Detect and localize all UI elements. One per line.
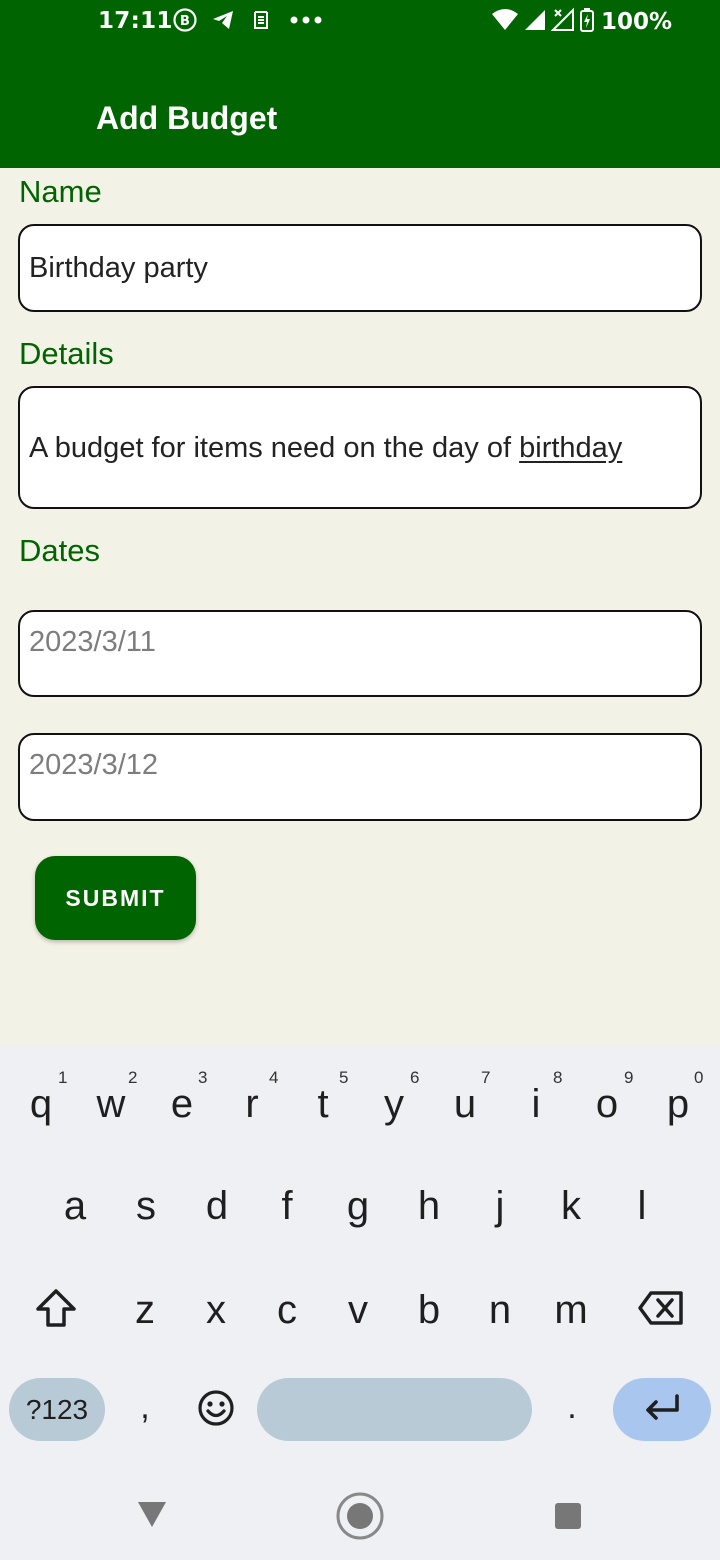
key-i[interactable]: i — [501, 1082, 571, 1127]
key-hint-7: 7 — [481, 1068, 491, 1087]
dates-label: Dates — [19, 533, 100, 568]
page-title: Add Budget — [96, 100, 278, 136]
signal-x-icon — [550, 7, 575, 37]
enter-icon — [642, 1392, 682, 1427]
submit-button[interactable]: SUBMIT — [35, 856, 196, 940]
emoji-key[interactable] — [190, 1384, 242, 1436]
space-key[interactable] — [257, 1378, 532, 1441]
key-k[interactable]: k — [536, 1184, 606, 1229]
key-w[interactable]: w — [76, 1082, 146, 1127]
key-t[interactable]: t — [288, 1082, 358, 1127]
key-a[interactable]: a — [40, 1184, 110, 1229]
key-hint-8: 8 — [553, 1068, 563, 1087]
nav-recents-button[interactable] — [546, 1496, 590, 1540]
key-s[interactable]: s — [111, 1184, 181, 1229]
comma-key[interactable]: , — [110, 1388, 180, 1427]
name-input[interactable]: Birthday party — [18, 224, 702, 312]
key-q[interactable]: q — [6, 1082, 76, 1127]
key-d[interactable]: d — [182, 1184, 252, 1229]
wifi-icon — [491, 7, 519, 37]
key-hint-6: 6 — [410, 1068, 420, 1087]
end-date-input[interactable]: 2023/3/12 — [18, 733, 702, 821]
key-y[interactable]: y — [359, 1082, 429, 1127]
start-date-placeholder: 2023/3/11 — [29, 626, 156, 658]
start-date-input[interactable]: 2023/3/11 — [18, 610, 702, 697]
key-r[interactable]: r — [217, 1082, 287, 1127]
shift-key[interactable] — [26, 1284, 86, 1336]
key-b[interactable]: b — [394, 1288, 464, 1333]
nav-back-button[interactable] — [128, 1494, 176, 1538]
period-key[interactable]: . — [537, 1388, 607, 1427]
key-v[interactable]: v — [323, 1288, 393, 1333]
enter-key[interactable] — [613, 1378, 711, 1441]
home-circle-icon — [335, 1491, 385, 1546]
key-m[interactable]: m — [536, 1288, 606, 1333]
key-hint-9: 9 — [624, 1068, 634, 1087]
name-label: Name — [19, 174, 102, 209]
status-icons-right: 100% — [491, 7, 672, 37]
key-hint-4: 4 — [269, 1068, 279, 1087]
key-g[interactable]: g — [323, 1184, 393, 1229]
key-hint-0: 0 — [694, 1068, 704, 1087]
details-text: A budget for items need on the day of — [29, 432, 520, 464]
back-triangle-icon — [136, 1499, 168, 1534]
key-x[interactable]: x — [181, 1288, 251, 1333]
key-hint-3: 3 — [198, 1068, 208, 1087]
nav-home-button[interactable] — [334, 1492, 386, 1544]
signal-icon — [523, 7, 547, 37]
b-badge-icon: B — [172, 7, 198, 37]
name-input-value: Birthday party — [29, 252, 208, 284]
key-u[interactable]: u — [430, 1082, 500, 1127]
status-time: 17:11 — [98, 8, 173, 34]
key-f[interactable]: f — [252, 1184, 322, 1229]
app-bar: 17:11 B 100% Add Budget — [0, 0, 720, 168]
more-dots-icon — [286, 7, 326, 37]
backspace-key[interactable] — [632, 1284, 690, 1336]
symbols-key[interactable]: ?123 — [9, 1378, 105, 1441]
key-o[interactable]: o — [572, 1082, 642, 1127]
emoji-icon — [197, 1389, 235, 1432]
shift-icon — [34, 1287, 78, 1334]
status-icons-left: B — [172, 7, 326, 37]
key-p[interactable]: p — [643, 1082, 713, 1127]
backspace-icon — [637, 1289, 685, 1332]
key-c[interactable]: c — [252, 1288, 322, 1333]
details-underlined-word: birthday — [519, 432, 623, 464]
battery-charging-icon — [579, 7, 595, 37]
svg-text:B: B — [180, 14, 190, 29]
key-z[interactable]: z — [110, 1288, 180, 1333]
recents-square-icon — [553, 1501, 583, 1536]
key-l[interactable]: l — [607, 1184, 677, 1229]
details-input[interactable]: A budget for items need on the day of bi… — [18, 386, 702, 509]
key-e[interactable]: e — [147, 1082, 217, 1127]
details-label: Details — [19, 336, 114, 371]
status-bar: 17:11 B 100% — [0, 0, 720, 44]
key-hint-2: 2 — [128, 1068, 138, 1087]
telegram-icon — [210, 7, 236, 37]
battery-percent: 100% — [600, 9, 672, 35]
key-n[interactable]: n — [465, 1288, 535, 1333]
key-hint-5: 5 — [339, 1068, 349, 1087]
end-date-placeholder: 2023/3/12 — [29, 749, 159, 781]
key-h[interactable]: h — [394, 1184, 464, 1229]
details-input-value: A budget for items need on the day of bi… — [29, 432, 622, 465]
key-j[interactable]: j — [465, 1184, 535, 1229]
key-hint-1: 1 — [58, 1068, 68, 1087]
notification-icon — [248, 7, 274, 37]
